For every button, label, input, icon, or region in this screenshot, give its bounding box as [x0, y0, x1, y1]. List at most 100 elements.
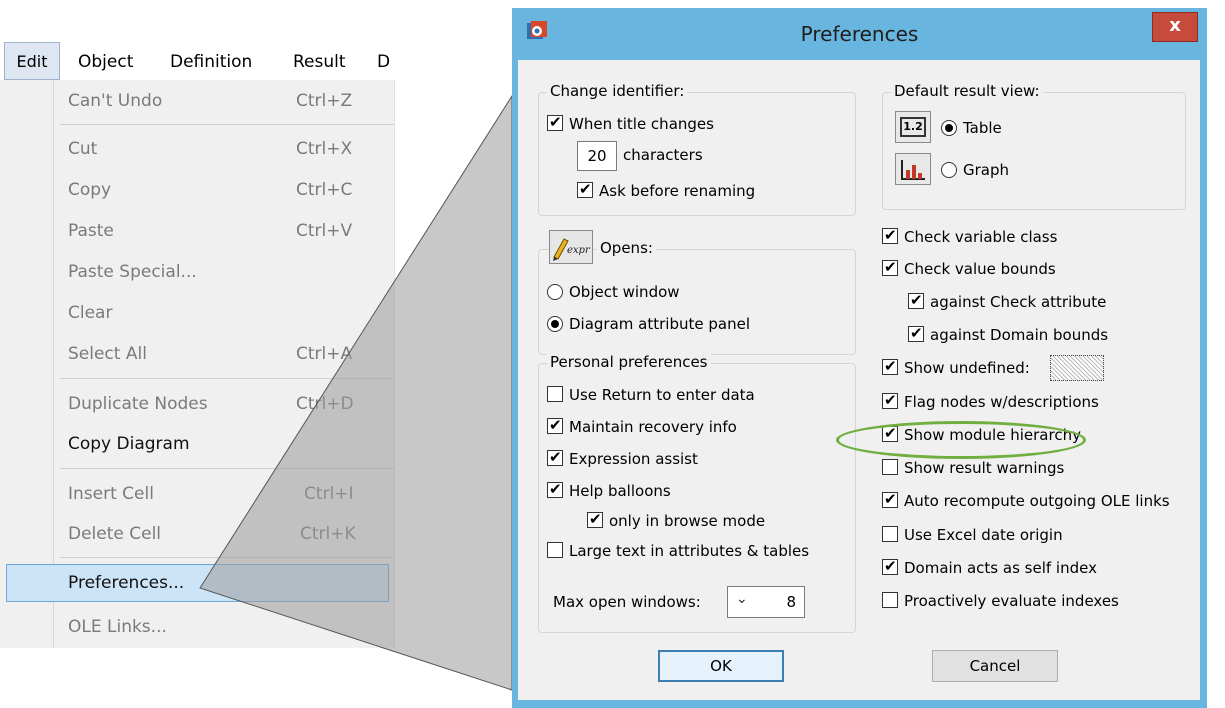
radio-dot[interactable]	[941, 162, 957, 178]
use-excel-date-checkbox[interactable]: Use Excel date origin	[882, 524, 1182, 546]
max-open-windows-label: Max open windows:	[553, 593, 701, 611]
checkbox-box[interactable]	[882, 390, 898, 410]
menu-item-shortcut: Ctrl+D	[296, 394, 354, 414]
checkbox-box[interactable]	[547, 386, 563, 402]
menu-separator	[60, 378, 394, 379]
radio-dot[interactable]	[547, 284, 563, 300]
menu-item-delete-cell[interactable]: Delete Cell Ctrl+K	[68, 519, 378, 549]
check-variable-class-checkbox[interactable]: Check variable class	[882, 225, 1182, 248]
opens-group: expr Opens: Object window Diagram attrib…	[538, 230, 856, 355]
undefined-pattern-swatch[interactable]	[1050, 355, 1104, 381]
large-text-checkbox[interactable]: Large text in attributes & tables	[547, 540, 847, 562]
checkbox-box[interactable]	[882, 526, 898, 542]
object-window-radio[interactable]: Object window	[547, 281, 747, 303]
checkbox-label: Help balloons	[569, 482, 671, 500]
ok-button[interactable]: OK	[658, 650, 784, 682]
checkbox-label: Proactively evaluate indexes	[904, 592, 1119, 610]
checkbox-box[interactable]	[547, 479, 563, 499]
against-check-attribute-checkbox[interactable]: against Check attribute	[908, 290, 1188, 313]
characters-input[interactable]: 20	[577, 141, 617, 171]
flag-nodes-checkbox[interactable]: Flag nodes w/descriptions	[882, 390, 1182, 413]
checkbox-label: Show undefined:	[904, 359, 1030, 377]
checkbox-box[interactable]	[882, 423, 898, 443]
menu-item-shortcut: Ctrl+X	[296, 139, 353, 159]
domain-self-index-checkbox[interactable]: Domain acts as self index	[882, 556, 1182, 579]
use-return-checkbox[interactable]: Use Return to enter data	[547, 384, 827, 406]
show-result-warnings-checkbox[interactable]: Show result warnings	[882, 457, 1182, 479]
menu-definition[interactable]: Definition	[170, 48, 252, 76]
checkbox-box[interactable]	[547, 542, 563, 558]
show-module-hierarchy-checkbox[interactable]: Show module hierarchy	[882, 423, 1182, 446]
checkbox-box[interactable]	[882, 489, 898, 509]
menu-object[interactable]: Object	[78, 48, 133, 76]
menu-separator	[60, 124, 394, 125]
checkbox-box[interactable]	[547, 415, 563, 435]
menu-item-select-all[interactable]: Select All Ctrl+A	[68, 339, 378, 369]
menu-result[interactable]: Result	[293, 48, 346, 76]
radio-label: Table	[963, 119, 1002, 137]
cancel-button[interactable]: Cancel	[932, 650, 1058, 682]
menu-partial[interactable]: D	[377, 48, 390, 76]
menu-bar: Edit Object Definition Result D	[0, 42, 394, 81]
graph-view-icon[interactable]	[895, 153, 931, 185]
menu-item-paste-special[interactable]: Paste Special...	[68, 257, 378, 287]
menu-item-insert-cell[interactable]: Insert Cell Ctrl+I	[68, 479, 378, 509]
menu-item-label: Delete Cell	[68, 524, 162, 544]
check-value-bounds-checkbox[interactable]: Check value bounds	[882, 257, 1182, 280]
close-button[interactable]: x	[1152, 12, 1198, 42]
help-balloons-checkbox[interactable]: Help balloons	[547, 479, 827, 502]
max-open-windows-select[interactable]: ⌄ 8	[727, 586, 805, 618]
checkbox-label: Show result warnings	[904, 459, 1065, 477]
checkbox-box[interactable]	[882, 356, 898, 376]
diagram-attribute-panel-radio[interactable]: Diagram attribute panel	[547, 313, 807, 335]
chevron-down-icon: ⌄	[736, 591, 748, 607]
menu-item-paste[interactable]: Paste Ctrl+V	[68, 216, 378, 246]
radio-label: Diagram attribute panel	[569, 315, 750, 333]
checkbox-box[interactable]	[882, 257, 898, 277]
checkbox-box[interactable]	[882, 225, 898, 245]
graph-radio[interactable]: Graph	[941, 159, 1081, 181]
checkbox-label: Domain acts as self index	[904, 559, 1097, 577]
checkbox-box[interactable]	[882, 459, 898, 475]
checkbox-label: only in browse mode	[609, 512, 766, 530]
checkbox-box[interactable]	[882, 592, 898, 608]
menu-item-ole-links[interactable]: OLE Links...	[68, 612, 378, 642]
only-in-browse-mode-checkbox[interactable]: only in browse mode	[587, 509, 827, 532]
checkbox-label: Use Excel date origin	[904, 526, 1063, 544]
checkbox-box[interactable]	[908, 290, 924, 310]
radio-dot[interactable]	[547, 316, 563, 332]
show-undefined-checkbox[interactable]: Show undefined:	[882, 356, 1062, 379]
checkbox-box[interactable]	[587, 509, 603, 529]
checkbox-box[interactable]	[547, 112, 563, 132]
expr-icon[interactable]: expr	[549, 230, 593, 264]
default-result-view-group: Default result view: 1.2 Table Graph	[882, 82, 1186, 210]
menu-item-copy[interactable]: Copy Ctrl+C	[68, 175, 378, 205]
proactively-evaluate-checkbox[interactable]: Proactively evaluate indexes	[882, 590, 1182, 612]
menu-item-clear[interactable]: Clear	[68, 298, 378, 328]
menu-item-cant-undo[interactable]: Can't Undo Ctrl+Z	[68, 86, 378, 116]
ask-before-renaming-checkbox[interactable]: Ask before renaming	[577, 179, 797, 202]
checkbox-box[interactable]	[908, 323, 924, 343]
menu-item-cut[interactable]: Cut Ctrl+X	[68, 134, 378, 164]
menu-item-preferences[interactable]: Preferences...	[68, 568, 378, 598]
against-domain-bounds-checkbox[interactable]: against Domain bounds	[908, 323, 1188, 346]
menu-item-label: OLE Links...	[68, 617, 167, 637]
pencil-icon: expr	[553, 238, 591, 261]
menu-separator	[60, 557, 394, 558]
table-radio[interactable]: Table	[941, 117, 1081, 139]
checkbox-label: against Domain bounds	[930, 326, 1109, 344]
menu-item-label: Select All	[68, 344, 147, 364]
expression-assist-checkbox[interactable]: Expression assist	[547, 447, 827, 470]
menu-item-copy-diagram[interactable]: Copy Diagram	[68, 429, 378, 459]
menu-item-shortcut: Ctrl+I	[304, 484, 354, 504]
maintain-recovery-checkbox[interactable]: Maintain recovery info	[547, 415, 827, 438]
checkbox-box[interactable]	[547, 447, 563, 467]
auto-recompute-checkbox[interactable]: Auto recompute outgoing OLE links	[882, 489, 1198, 512]
checkbox-box[interactable]	[577, 179, 593, 199]
radio-dot[interactable]	[941, 120, 957, 136]
when-title-changes-checkbox[interactable]: When title changes	[547, 112, 807, 135]
menu-edit[interactable]: Edit	[4, 42, 60, 80]
menu-item-duplicate-nodes[interactable]: Duplicate Nodes Ctrl+D	[68, 389, 378, 419]
checkbox-box[interactable]	[882, 556, 898, 576]
table-view-icon[interactable]: 1.2	[895, 111, 931, 143]
